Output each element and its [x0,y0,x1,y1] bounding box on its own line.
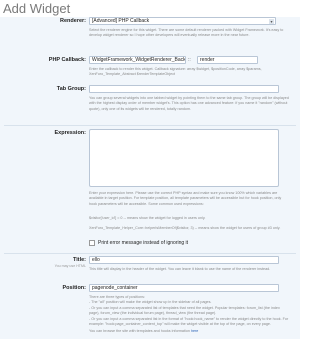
position-explain-templates: - Or you can input a comma separated lis… [89,305,280,316]
chevron-down-icon: ▾ [269,19,274,24]
renderer-explain: Select the renderer engine for this widg… [89,28,284,38]
title-label: Title: [72,257,86,263]
renderer-label: Renderer: [60,18,86,24]
position-browse-link[interactable]: here [191,329,198,333]
page-title: Add Widget [3,1,71,16]
divider [4,253,296,254]
expression-example-1: $visitor['user_id'] = 0 -- means show th… [89,216,206,220]
callback-explain: Enter the callback to render this widget… [89,67,262,77]
title-sublabel: You may use HTML [54,264,86,268]
tab-group-input[interactable] [89,85,279,93]
position-browse-line: You can browse the site with templates a… [89,329,289,334]
callback-separator: :: [188,57,191,63]
tab-group-explain: You can group several widgets into one t… [89,96,289,111]
expression-label: Expression: [54,130,86,136]
add-widget-page: Add Widget Renderer: [Advanced] PHP Call… [0,0,300,339]
expression-textarea[interactable] [89,129,279,187]
position-input[interactable]: pagenode_container [89,284,279,292]
position-explain: There are three types of positions: - Th… [89,295,289,335]
renderer-value: [Advanced] PHP Callback [92,18,150,24]
debug-checkbox-label: Print error message instead of ignoring … [98,240,189,246]
callback-label: PHP Callback: [48,57,86,63]
title-input[interactable]: ello [89,256,279,264]
renderer-select[interactable]: [Advanced] PHP Callback ▾ [89,17,276,25]
position-browse-text: You can browse the site with templates a… [89,329,190,334]
expression-example-2: XenForo_Template_Helper_Core::helperIsMe… [89,226,281,230]
title-explain: This title will display in the header of… [89,267,271,271]
position-label: Position: [62,285,86,291]
tab-group-label: Tab Group: [56,86,86,92]
callback-method-input[interactable]: render [197,56,258,64]
position-explain-hooks: - Or you can input a comma separated lis… [89,316,289,327]
divider [4,125,296,126]
widget-form: Renderer: [Advanced] PHP Callback ▾ Sele… [0,17,300,339]
expression-explain: Enter your expression here. Please use t… [89,191,282,206]
debug-checkbox[interactable] [89,240,95,246]
callback-class-input[interactable]: WidgetFramework_WidgetRenderer_BackLink [89,56,186,64]
